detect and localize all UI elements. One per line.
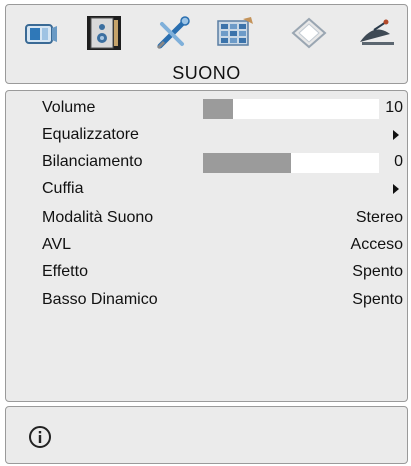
- settings-tools-icon: [156, 16, 190, 50]
- tab-installation[interactable]: [354, 13, 400, 53]
- page-title: SUONO: [172, 63, 241, 83]
- setting-volume[interactable]: Volume 10: [6, 95, 407, 121]
- balance-slider-fill: [203, 153, 291, 173]
- channel-grid-icon: [217, 17, 253, 46]
- chevron-right-icon: [393, 130, 399, 140]
- setting-headphone[interactable]: Cuffia: [6, 176, 407, 202]
- tab-source[interactable]: [286, 13, 332, 53]
- volume-slider[interactable]: [203, 99, 379, 119]
- setting-dynamic-bass[interactable]: Basso Dinamico Spento: [6, 287, 407, 313]
- setting-balance[interactable]: Bilanciamento 0: [6, 149, 407, 175]
- volume-label: Volume: [42, 99, 96, 116]
- tab-sound[interactable]: [81, 13, 127, 53]
- info-bar: [5, 406, 408, 464]
- balance-value: 0: [394, 153, 403, 170]
- source-input-icon: [291, 17, 327, 49]
- effect-label: Effetto: [42, 263, 88, 280]
- setting-sound-mode[interactable]: Modalità Suono Stereo: [6, 205, 407, 231]
- sound-mode-label: Modalità Suono: [42, 209, 154, 226]
- sound-mode-value: Stereo: [355, 209, 403, 226]
- info-icon: [29, 426, 51, 448]
- dynamic-bass-value: Spento: [352, 291, 403, 308]
- tab-settings[interactable]: [150, 13, 196, 53]
- avl-value: Acceso: [350, 236, 403, 253]
- balance-slider[interactable]: [203, 153, 379, 173]
- tab-channels[interactable]: [212, 13, 258, 53]
- effect-value: Spento: [352, 263, 403, 280]
- sound-settings-list: Volume 10 Equalizzatore Bilanciamento 0 …: [5, 90, 408, 402]
- avl-label: AVL: [42, 236, 72, 253]
- headphone-label: Cuffia: [42, 180, 84, 197]
- setting-effect[interactable]: Effetto Spento: [6, 259, 407, 285]
- setting-avl[interactable]: AVL Acceso: [6, 232, 407, 258]
- dynamic-bass-label: Basso Dinamico: [42, 291, 158, 308]
- tv-image-icon: [25, 24, 57, 44]
- volume-slider-fill: [203, 99, 233, 119]
- volume-value: 10: [385, 99, 403, 116]
- menu-tabs: [6, 13, 407, 53]
- tab-picture[interactable]: [18, 13, 64, 53]
- equalizer-label: Equalizzatore: [42, 126, 139, 143]
- menu-header: SUONO: [5, 4, 408, 84]
- setting-equalizer[interactable]: Equalizzatore: [6, 122, 407, 148]
- speaker-sound-icon: [87, 16, 121, 50]
- chevron-right-icon: [393, 184, 399, 194]
- satellite-dish-icon: [360, 19, 394, 45]
- balance-label: Bilanciamento: [42, 153, 143, 170]
